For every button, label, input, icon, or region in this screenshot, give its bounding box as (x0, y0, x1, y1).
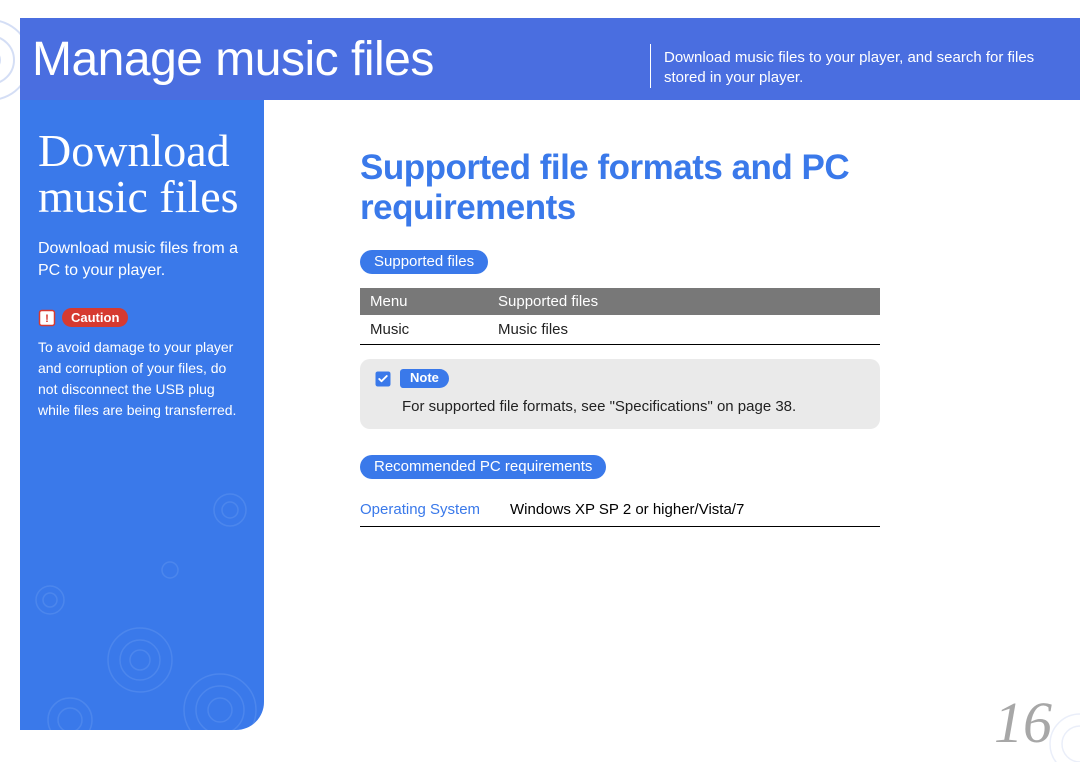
pc-requirements-pill: Recommended PC requirements (360, 455, 606, 479)
table-cell-files: Music files (488, 315, 880, 345)
note-header: Note (374, 369, 866, 388)
req-label: Operating System (360, 495, 510, 527)
note-box: Note For supported file formats, see "Sp… (360, 359, 880, 429)
page-description: Download music files to your player, and… (664, 48, 1072, 88)
svg-text:!: ! (45, 312, 49, 324)
page-header: Manage music files Download music files … (20, 18, 1080, 100)
caution-icon: ! (38, 309, 56, 327)
section-title-line2: music files (38, 171, 239, 222)
supported-files-pill: Supported files (360, 250, 488, 274)
table-row: Music Music files (360, 315, 880, 345)
table-header-row: Menu Supported files (360, 288, 880, 315)
supported-files-table: Menu Supported files Music Music files (360, 288, 880, 345)
content-heading: Supported file formats and PC requiremen… (360, 148, 1008, 228)
section-subtitle: Download music files from a PC to your p… (38, 238, 246, 282)
table-header-supported: Supported files (488, 288, 880, 315)
pc-requirements-table: Operating System Windows XP SP 2 or high… (360, 495, 880, 527)
main-content: Supported file formats and PC requiremen… (360, 148, 1008, 527)
note-icon (374, 370, 392, 388)
section-title: Download music files (38, 128, 246, 220)
section-title-line1: Download (38, 125, 230, 176)
table-row: Operating System Windows XP SP 2 or high… (360, 495, 880, 527)
caution-label: Caution (62, 308, 128, 327)
note-label: Note (400, 369, 449, 388)
caution-header: ! Caution (38, 308, 246, 327)
header-divider (650, 44, 651, 88)
note-text: For supported file formats, see "Specifi… (374, 398, 866, 415)
sidebar-panel: Download music files Download music file… (20, 100, 264, 730)
page-number: 16 (994, 689, 1052, 756)
caution-text: To avoid damage to your player and corru… (38, 337, 246, 421)
table-header-menu: Menu (360, 288, 488, 315)
req-value: Windows XP SP 2 or higher/Vista/7 (510, 495, 880, 527)
page-title: Manage music files (20, 32, 434, 87)
table-cell-menu: Music (360, 315, 488, 345)
